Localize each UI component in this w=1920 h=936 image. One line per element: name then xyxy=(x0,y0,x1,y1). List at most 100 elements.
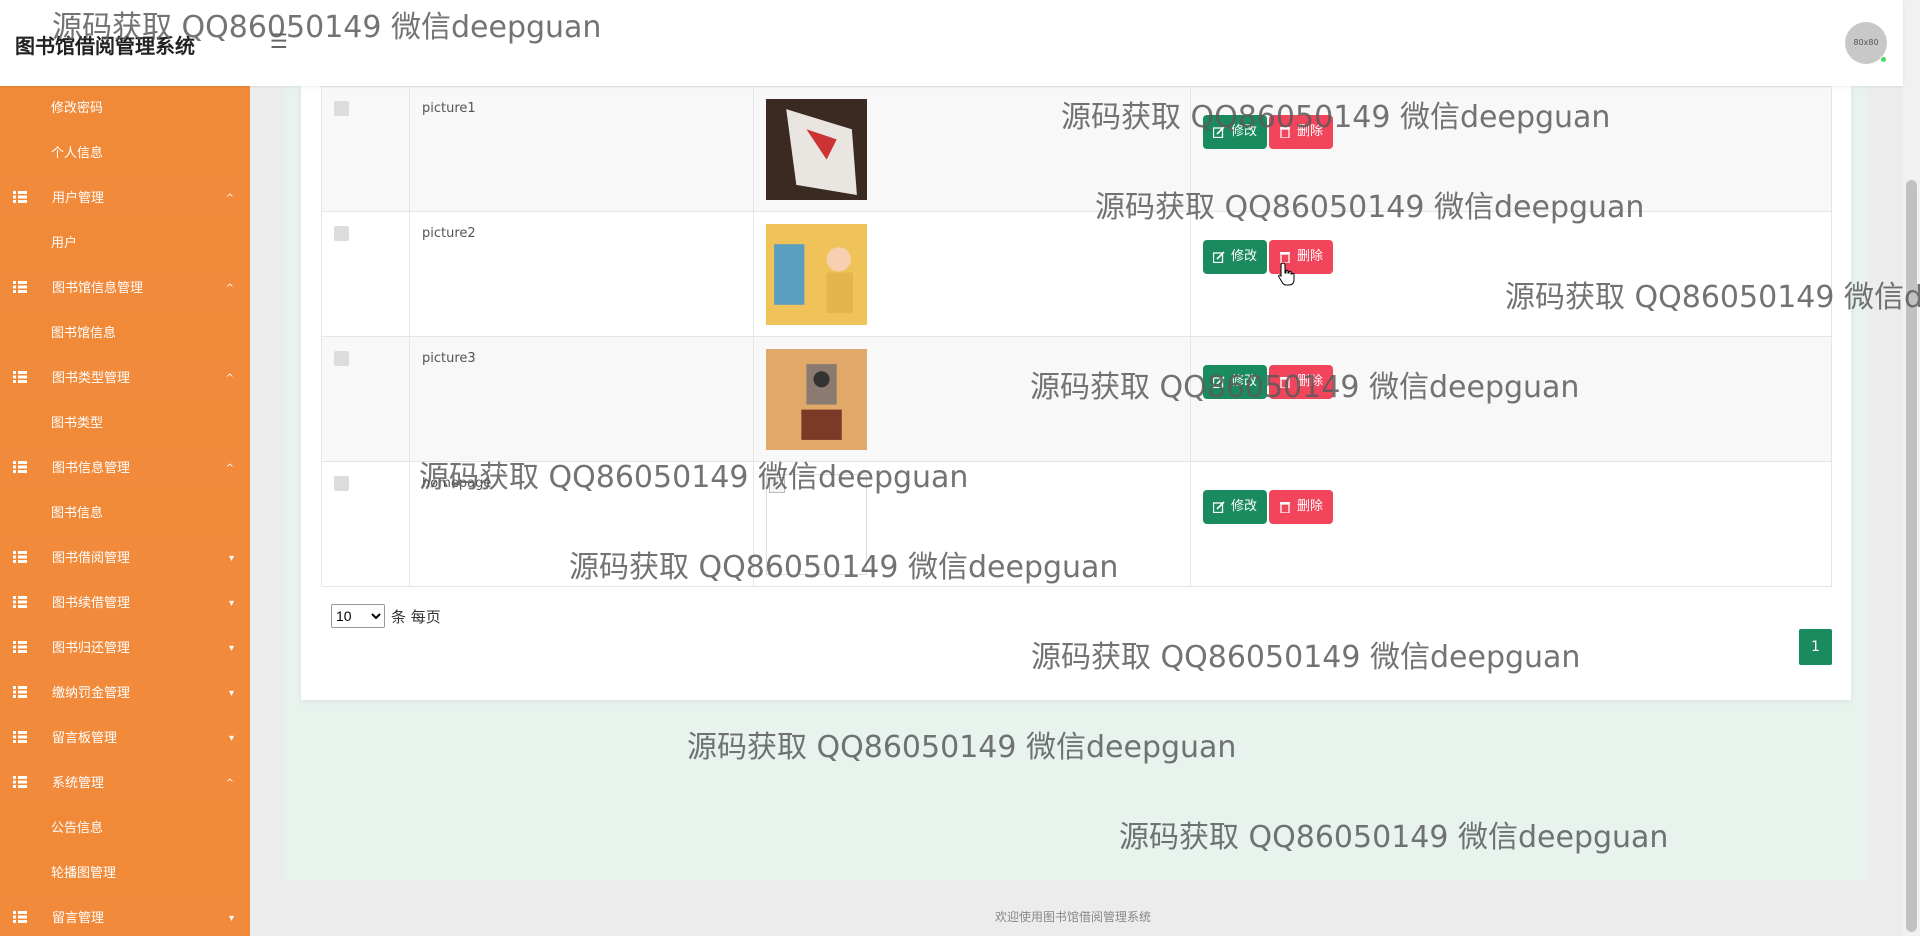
sidebar-item-label: 图书类型管理 xyxy=(52,371,131,386)
table-row: picture1 修改 删除 xyxy=(321,86,1832,212)
edit-icon xyxy=(1213,251,1225,263)
footer-text: 欢迎使用图书馆借阅管理系统 xyxy=(995,910,1152,924)
edit-button[interactable]: 修改 xyxy=(1203,490,1268,524)
row-checkbox[interactable] xyxy=(334,351,349,366)
delete-label: 删除 xyxy=(1297,499,1324,514)
sidebar-item-label: 留言管理 xyxy=(52,911,105,926)
sidebar-item[interactable]: 个人信息 xyxy=(0,131,250,176)
delete-label: 删除 xyxy=(1297,249,1324,264)
image-thumbnail[interactable] xyxy=(766,349,867,450)
sidebar-item-label: 图书馆信息管理 xyxy=(52,281,144,296)
edit-label: 修改 xyxy=(1231,124,1258,139)
edit-label: 修改 xyxy=(1231,374,1258,389)
grid-icon xyxy=(13,596,27,608)
page-button-current[interactable]: 1 xyxy=(1799,629,1832,665)
chevron-down-icon: ▾ xyxy=(228,688,234,699)
sidebar-item[interactable]: 图书馆信息管理 ^ xyxy=(0,266,250,311)
edit-button[interactable]: 修改 xyxy=(1203,240,1268,274)
sidebar-item[interactable]: 图书信息管理 ^ xyxy=(0,446,250,491)
chevron-up-icon: ^ xyxy=(225,283,234,294)
hamburger-icon[interactable]: ☰ xyxy=(268,30,290,52)
table-row: picture3 修改 删除 xyxy=(321,336,1832,462)
delete-button[interactable]: 删除 xyxy=(1269,365,1334,399)
chevron-up-icon: ^ xyxy=(225,463,234,474)
sidebar-item[interactable]: 图书续借管理 ▾ xyxy=(0,581,250,626)
mouse-cursor-icon xyxy=(1278,262,1295,286)
sidebar-item-label: 用户管理 xyxy=(52,191,105,206)
per-page-label: 条 每页 xyxy=(391,607,441,626)
page-size-select[interactable]: 10 xyxy=(331,604,385,628)
delete-button[interactable]: 删除 xyxy=(1269,490,1334,524)
grid-icon xyxy=(13,776,27,788)
sidebar-item-label: 个人信息 xyxy=(51,146,104,161)
row-name: picture1 xyxy=(422,101,476,116)
name-cell: picture2 xyxy=(409,211,754,337)
image-cell xyxy=(753,211,1191,337)
edit-button[interactable]: 修改 xyxy=(1203,365,1268,399)
name-cell: homepage xyxy=(409,461,754,587)
delete-label: 删除 xyxy=(1297,124,1324,139)
grid-icon xyxy=(13,911,27,923)
row-checkbox[interactable] xyxy=(334,226,349,241)
row-checkbox[interactable] xyxy=(334,101,349,116)
sidebar-item[interactable]: 用户 xyxy=(0,221,250,266)
sidebar: 修改密码 个人信息 用户管理 ^ 用户 图书馆信息管理 ^ 图书馆信息 图书类型管理 ^ 图书类型图… xyxy=(0,86,250,936)
scrollbar-thumb[interactable] xyxy=(1906,180,1917,932)
image-cell xyxy=(753,461,1191,587)
sidebar-item[interactable]: 图书类型 xyxy=(0,401,250,446)
table-row: picture2 修改 删除 xyxy=(321,211,1832,337)
edit-label: 修改 xyxy=(1231,499,1258,514)
sidebar-item[interactable]: 系统管理 ^ xyxy=(0,761,250,806)
grid-icon xyxy=(13,551,27,563)
grid-icon xyxy=(13,461,27,473)
grid-icon xyxy=(13,281,27,293)
trash-icon xyxy=(1280,127,1291,138)
sidebar-item-label: 缴纳罚金管理 xyxy=(52,686,131,701)
actions-cell: 修改 删除 xyxy=(1190,461,1832,587)
chevron-up-icon: ^ xyxy=(225,778,234,789)
sidebar-item-label: 图书续借管理 xyxy=(52,596,131,611)
row-name: picture2 xyxy=(422,226,476,241)
sidebar-item-label: 公告信息 xyxy=(51,821,104,836)
sidebar-item[interactable]: 用户管理 ^ xyxy=(0,176,250,221)
row-checkbox[interactable] xyxy=(334,476,349,491)
sidebar-item-label: 留言板管理 xyxy=(52,731,118,746)
sidebar-item-label: 系统管理 xyxy=(52,776,105,791)
sidebar-item-label: 用户 xyxy=(51,236,78,251)
grid-icon xyxy=(13,191,27,203)
delete-button[interactable]: 删除 xyxy=(1269,115,1334,149)
sidebar-item[interactable]: 轮播图管理 xyxy=(0,851,250,896)
image-thumbnail[interactable] xyxy=(766,224,867,325)
image-cell xyxy=(753,336,1191,462)
select-cell xyxy=(321,336,410,462)
sidebar-item-label: 图书馆信息 xyxy=(51,326,117,341)
sidebar-item[interactable]: 图书借阅管理 ▾ xyxy=(0,536,250,581)
delete-label: 删除 xyxy=(1297,374,1324,389)
sidebar-item[interactable]: 图书归还管理 ▾ xyxy=(0,626,250,671)
edit-icon xyxy=(1213,501,1225,513)
sidebar-item[interactable]: 公告信息 xyxy=(0,806,250,851)
sidebar-item[interactable]: 留言板管理 ▾ xyxy=(0,716,250,761)
chevron-up-icon: ^ xyxy=(225,193,234,204)
row-name: picture3 xyxy=(422,351,476,366)
edit-icon xyxy=(1213,126,1225,138)
chevron-down-icon: ▾ xyxy=(228,913,234,924)
top-header: 图书馆借阅管理系统 ☰ 80x80 xyxy=(0,0,1903,86)
chevron-down-icon: ▾ xyxy=(228,598,234,609)
sidebar-item-label: 图书借阅管理 xyxy=(52,551,131,566)
sidebar-item-label: 图书类型 xyxy=(51,416,104,431)
sidebar-item-label: 图书信息 xyxy=(51,506,104,521)
edit-button[interactable]: 修改 xyxy=(1203,115,1268,149)
chevron-up-icon: ^ xyxy=(225,373,234,384)
image-thumbnail[interactable] xyxy=(766,99,867,200)
sidebar-item[interactable]: 图书类型管理 ^ xyxy=(0,356,250,401)
image-cell xyxy=(753,86,1191,212)
sidebar-item[interactable]: 修改密码 xyxy=(0,86,250,131)
row-name: homepage xyxy=(422,476,492,491)
table-row: homepage 修改 删除 xyxy=(321,461,1832,587)
broken-image-icon[interactable] xyxy=(766,474,867,575)
sidebar-item[interactable]: 留言管理 ▾ xyxy=(0,896,250,936)
sidebar-item[interactable]: 图书馆信息 xyxy=(0,311,250,356)
sidebar-item[interactable]: 图书信息 xyxy=(0,491,250,536)
sidebar-item[interactable]: 缴纳罚金管理 ▾ xyxy=(0,671,250,716)
